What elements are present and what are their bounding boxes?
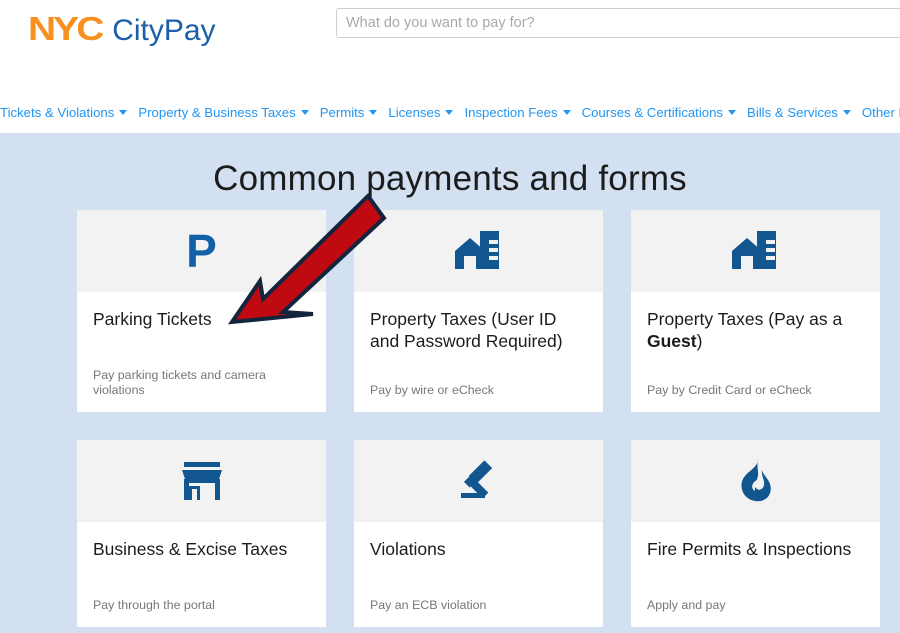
nav-item-bills-services[interactable]: Bills & Services: [747, 106, 851, 119]
card-business-excise-taxes[interactable]: Business & Excise Taxes Pay through the …: [77, 439, 326, 627]
nav-item-label: Inspection Fees: [464, 105, 558, 120]
card-icon-area: [631, 439, 880, 522]
card-property-taxes-user-id[interactable]: Property Taxes (User ID and Password Req…: [354, 210, 603, 412]
chevron-down-icon: [119, 110, 128, 116]
main-navigation: Tickets & Violations Property & Business…: [0, 106, 900, 119]
nav-item-label: Tickets & Violations: [0, 105, 115, 120]
nav-item-permits[interactable]: Permits: [320, 106, 378, 119]
card-icon-area: [354, 439, 603, 522]
card-icon-area: P: [77, 210, 326, 292]
card-subtitle: Pay through the portal: [93, 597, 215, 612]
card-body: Parking Tickets Pay parking tickets and …: [77, 292, 326, 412]
nav-item-tickets-violations[interactable]: Tickets & Violations: [0, 105, 128, 120]
chevron-down-icon: [728, 110, 737, 116]
card-title: Violations: [370, 538, 446, 559]
nav-item-label: Property & Business Taxes: [138, 105, 296, 120]
storefront-icon: [181, 461, 222, 500]
card-body: Property Taxes (User ID and Password Req…: [354, 292, 603, 412]
nav-item-other-payments[interactable]: Other Payments: [862, 106, 900, 119]
card-subtitle: Pay parking tickets and camera violation…: [93, 368, 266, 397]
search-container: [336, 8, 900, 38]
card-title: Business & Excise Taxes: [93, 538, 288, 559]
card-parking-tickets[interactable]: P Parking Tickets Pay parking tickets an…: [77, 210, 326, 412]
card-subtitle: Pay by wire or eCheck: [370, 382, 494, 397]
card-body: Fire Permits & Inspections Apply and pay: [631, 522, 880, 627]
card-body: Business & Excise Taxes Pay through the …: [77, 522, 326, 627]
search-input[interactable]: [336, 8, 900, 38]
card-title: Fire Permits & Inspections: [647, 538, 852, 559]
nav-item-label: Courses & Certifications: [581, 105, 724, 120]
property-building-icon: [731, 231, 776, 269]
main-content: Common payments and forms P Parking Tick…: [0, 133, 900, 633]
page-title: Common payments and forms: [213, 159, 687, 198]
card-title: Property Taxes (User ID and Password Req…: [370, 309, 563, 352]
card-subtitle: Apply and pay: [647, 597, 726, 612]
card-icon-area: [354, 210, 603, 292]
payment-card-grid: P Parking Tickets Pay parking tickets an…: [77, 210, 885, 627]
parking-p-icon: P: [186, 225, 217, 277]
property-building-icon: [454, 231, 499, 269]
chevron-down-icon: [445, 110, 454, 116]
card-icon-area: [77, 439, 326, 522]
chevron-down-icon: [300, 110, 309, 116]
chevron-down-icon: [842, 110, 851, 116]
chevron-down-icon: [369, 110, 378, 116]
nav-item-property-business-taxes[interactable]: Property & Business Taxes: [138, 105, 309, 120]
card-violations[interactable]: Violations Pay an ECB violation: [354, 439, 603, 627]
nav-item-licenses[interactable]: Licenses: [388, 105, 454, 120]
gavel-icon: [460, 460, 492, 499]
card-title: Property Taxes (Pay as a Guest): [647, 309, 843, 352]
brand-logo[interactable]: NYC CityPay: [28, 12, 216, 46]
citypay-logo-text: CityPay: [112, 14, 216, 47]
nav-item-inspection-fees[interactable]: Inspection Fees: [464, 105, 571, 120]
nav-item-label: Bills & Services: [747, 105, 838, 120]
card-property-taxes-guest[interactable]: Property Taxes (Pay as a Guest) Pay by C…: [631, 210, 880, 412]
nyc-logo-text: NYC: [28, 10, 104, 47]
card-body: Property Taxes (Pay as a Guest) Pay by C…: [631, 292, 880, 412]
nav-item-label: Other Payments: [861, 105, 900, 120]
site-header: NYC CityPay Tickets & Violations Propert…: [0, 0, 900, 133]
nav-item-courses-certifications[interactable]: Courses & Certifications: [581, 105, 737, 120]
chevron-down-icon: [562, 110, 571, 116]
nav-item-label: Licenses: [388, 105, 441, 120]
card-subtitle: Pay an ECB violation: [370, 597, 487, 612]
nav-item-label: Permits: [319, 105, 365, 120]
card-subtitle: Pay by Credit Card or eCheck: [647, 382, 812, 397]
card-fire-permits-inspections[interactable]: Fire Permits & Inspections Apply and pay: [631, 439, 880, 627]
card-title: Parking Tickets: [93, 309, 212, 329]
card-icon-area: [631, 210, 880, 292]
flame-icon: [741, 458, 771, 502]
card-body: Violations Pay an ECB violation: [354, 522, 603, 627]
